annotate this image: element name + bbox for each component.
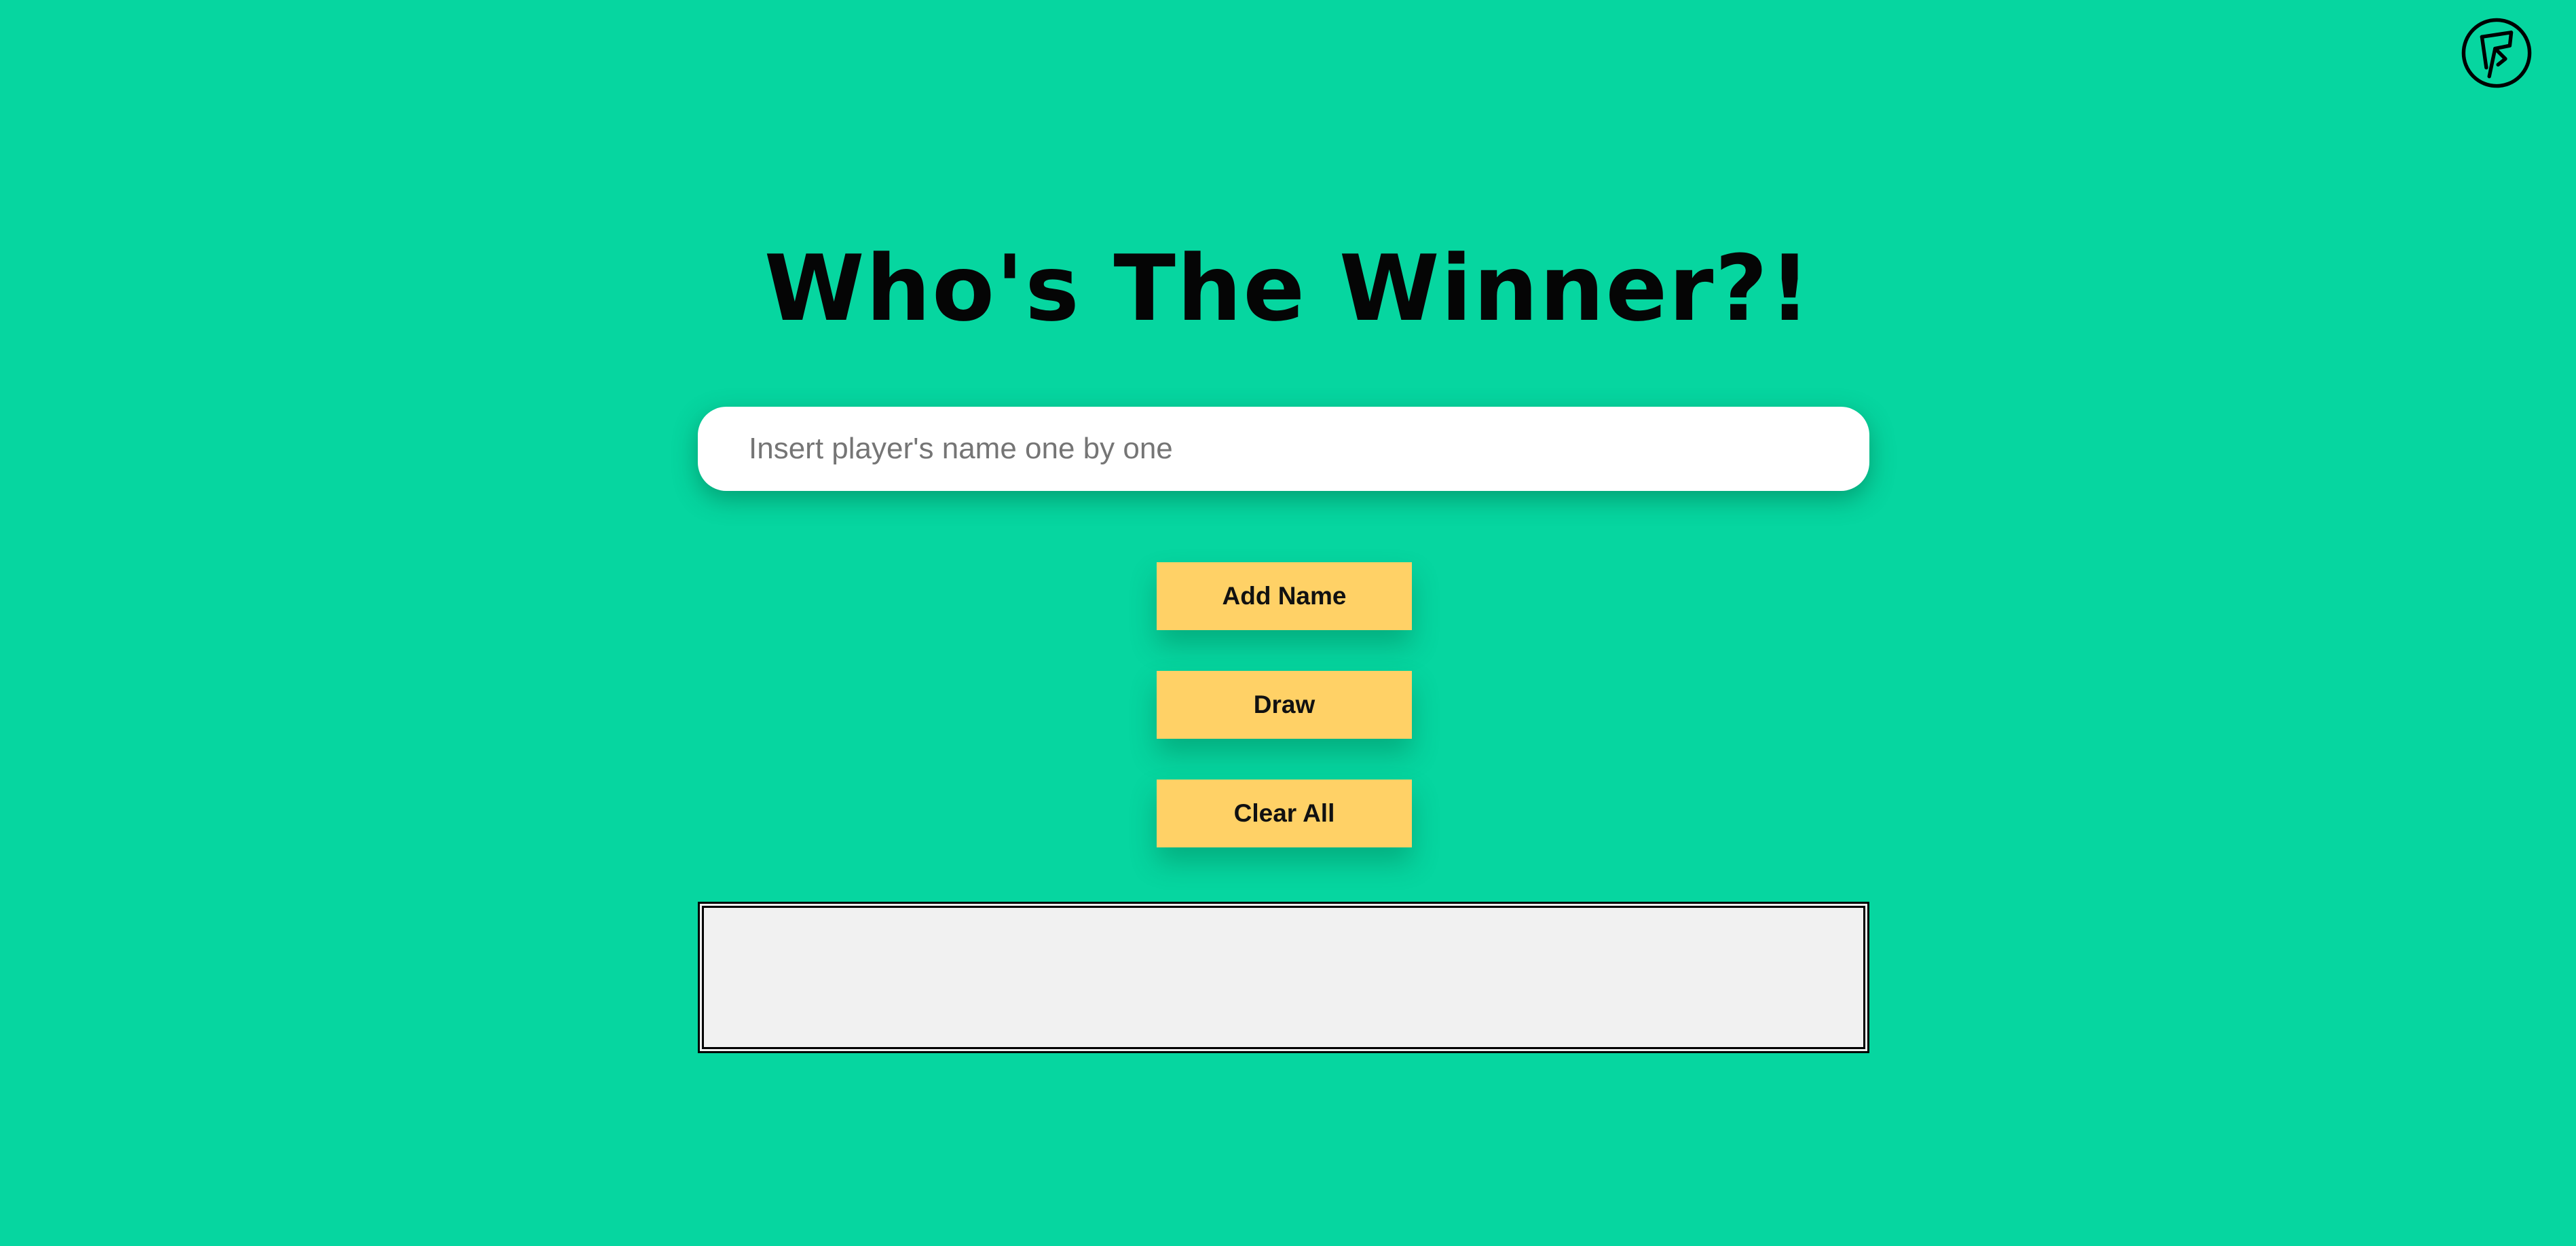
player-name-input[interactable] [698, 407, 1869, 491]
logo-icon[interactable] [2460, 16, 2533, 90]
winner-result-box [698, 902, 1869, 1053]
draw-button[interactable]: Draw [1157, 671, 1412, 739]
clear-all-button[interactable]: Clear All [1157, 780, 1412, 847]
add-name-button[interactable]: Add Name [1157, 562, 1412, 630]
page-title: Who's The Winner?! [764, 236, 1812, 342]
